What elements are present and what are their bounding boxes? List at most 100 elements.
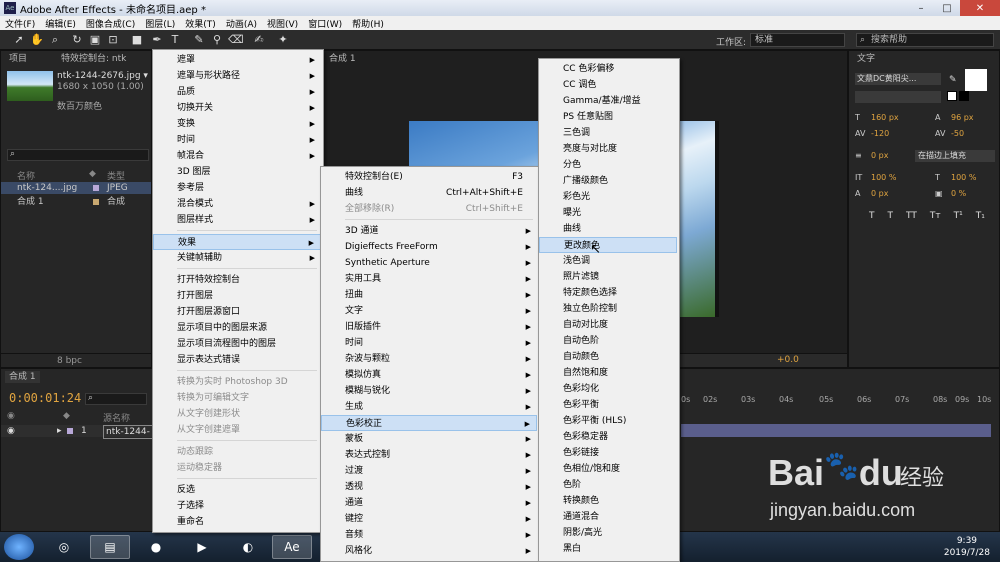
faux-italic-button[interactable]: T xyxy=(888,211,894,221)
file-explorer-icon[interactable]: ▤ xyxy=(90,535,130,559)
menu-animation[interactable]: 动画(A) xyxy=(221,17,262,30)
layer-duration-bar[interactable] xyxy=(681,424,991,437)
menu-item[interactable]: 3D 通道 ▶ xyxy=(321,223,537,239)
menu-item[interactable]: 自动对比度 xyxy=(539,317,677,333)
stroke-mode-select[interactable]: 在描边上填充 xyxy=(915,150,995,162)
menu-item[interactable]: 浅色调 xyxy=(539,253,677,269)
camera-tool-icon[interactable]: ▣ xyxy=(88,33,102,47)
menu-item[interactable]: 色彩链接 xyxy=(539,445,677,461)
menu-item[interactable]: 混合模式 ▶ xyxy=(153,196,321,212)
menu-view[interactable]: 视图(V) xyxy=(262,17,303,30)
menu-item[interactable]: 曝光 xyxy=(539,205,677,221)
menu-item[interactable]: 品质 ▶ xyxy=(153,84,321,100)
current-time-display[interactable]: 0:00:01:24 xyxy=(9,391,81,405)
menu-item[interactable]: 关键帧辅助 ▶ xyxy=(153,250,321,266)
menu-item[interactable]: 黑白 xyxy=(539,541,677,557)
menu-item[interactable]: 过渡 ▶ xyxy=(321,463,537,479)
menu-item[interactable]: 实用工具 ▶ xyxy=(321,271,537,287)
menu-item[interactable]: 效果 ▶ xyxy=(153,234,321,250)
menu-item[interactable]: 转换颜色 xyxy=(539,493,677,509)
menu-item[interactable]: 特定颜色选择 xyxy=(539,285,677,301)
menu-item[interactable]: 生成 ▶ xyxy=(321,399,537,415)
start-button[interactable] xyxy=(4,534,34,560)
menu-item[interactable]: 色彩稳定器 xyxy=(539,429,677,445)
menu-item[interactable]: 色彩均化 xyxy=(539,381,677,397)
menu-layer[interactable]: 图层(L) xyxy=(140,17,180,30)
help-search-input[interactable]: ⌕ 搜索帮助 xyxy=(856,33,994,47)
eye-icon[interactable]: ◉ xyxy=(7,425,15,437)
browser-icon[interactable]: ◐ xyxy=(228,535,268,559)
menu-item[interactable]: Gamma/基准/增益 xyxy=(539,93,677,109)
menu-item[interactable]: 显示项目流程图中的图层 xyxy=(153,336,321,352)
menu-item[interactable]: 时间 ▶ xyxy=(153,132,321,148)
menu-item[interactable]: 彩色光 xyxy=(539,189,677,205)
menu-item[interactable]: 透视 ▶ xyxy=(321,479,537,495)
kerning-value[interactable]: -120 xyxy=(871,129,889,138)
maximize-button[interactable]: □ xyxy=(934,0,960,16)
menu-item[interactable]: 音频 ▶ xyxy=(321,527,537,543)
menu-edit[interactable]: 编辑(E) xyxy=(40,17,81,30)
menu-item[interactable]: 文字 ▶ xyxy=(321,303,537,319)
brush-tool-icon[interactable]: ✎ xyxy=(192,33,206,47)
menu-item[interactable]: 显示项目中的图层来源 xyxy=(153,320,321,336)
menu-window[interactable]: 窗口(W) xyxy=(303,17,347,30)
menu-item[interactable]: 杂波与颗粒 ▶ xyxy=(321,351,537,367)
menu-item[interactable]: 通道 ▶ xyxy=(321,495,537,511)
layer-name[interactable]: ntk-1244- xyxy=(103,425,153,439)
hand-tool-icon[interactable]: ✋ xyxy=(30,33,44,47)
col-name[interactable]: 名称 xyxy=(17,169,35,182)
project-item[interactable]: 合成 1 合成 xyxy=(1,196,151,208)
tab-timeline-comp[interactable]: 合成 1 xyxy=(5,371,40,383)
minimize-button[interactable]: – xyxy=(908,0,934,16)
tracking-value[interactable]: -50 xyxy=(951,129,964,138)
project-item[interactable]: ntk-124....jpg JPEG xyxy=(1,182,151,194)
menu-item[interactable]: 更改颜色 xyxy=(539,237,677,253)
menu-item[interactable]: 自然饱和度 xyxy=(539,365,677,381)
menu-item[interactable]: 模拟仿真 ▶ xyxy=(321,367,537,383)
menu-item[interactable]: 显示表达式错误 xyxy=(153,352,321,368)
menu-item[interactable]: 键控 ▶ xyxy=(321,511,537,527)
all-caps-button[interactable]: TT xyxy=(906,211,917,221)
puppet-pin-tool-icon[interactable]: ✦ xyxy=(276,33,290,47)
zoom-tool-icon[interactable]: ⌕ xyxy=(48,33,62,47)
leading-value[interactable]: 96 px xyxy=(951,113,974,122)
menu-item[interactable]: 遮罩 ▶ xyxy=(153,52,321,68)
menu-item[interactable]: 切换开关 ▶ xyxy=(153,100,321,116)
menu-item[interactable]: 时间 ▶ xyxy=(321,335,537,351)
horizontal-scale-value[interactable]: 100 % xyxy=(951,173,976,182)
menu-item[interactable]: 打开图层 xyxy=(153,288,321,304)
menu-item[interactable]: 打开图层源窗口 xyxy=(153,304,321,320)
menu-item[interactable]: 阴影/高光 xyxy=(539,525,677,541)
vertical-scale-value[interactable]: 100 % xyxy=(871,173,896,182)
workspace-select[interactable]: 标准 xyxy=(750,33,845,47)
menu-item[interactable]: 打开特效控制台 xyxy=(153,272,321,288)
tsume-value[interactable]: 0 % xyxy=(951,189,966,198)
pan-behind-tool-icon[interactable]: ⊡ xyxy=(106,33,120,47)
menu-item[interactable]: 三色调 xyxy=(539,125,677,141)
stroke-width-value[interactable]: 0 px xyxy=(871,151,888,160)
menu-file[interactable]: 文件(F) xyxy=(0,17,40,30)
menu-item[interactable]: 分色 xyxy=(539,157,677,173)
menu-item[interactable]: CC 调色 xyxy=(539,77,677,93)
menu-item[interactable]: 扭曲 ▶ xyxy=(321,287,537,303)
black-color-swatch[interactable] xyxy=(959,91,969,101)
exposure-value[interactable]: +0.0 xyxy=(777,355,799,365)
menu-item[interactable]: 图层样式 ▶ xyxy=(153,212,321,228)
menu-item[interactable]: CC 色彩偏移 xyxy=(539,61,677,77)
menu-item[interactable]: 特效控制台(E) F3 xyxy=(321,169,537,185)
timeline-ruler[interactable]: 0s 02s 03s 04s 05s 06s 07s 08s 09s 10s xyxy=(681,395,991,409)
col-source-name[interactable]: 源名称 xyxy=(103,411,130,424)
menu-item[interactable]: 曲线 xyxy=(539,221,677,237)
menu-item[interactable]: 变换 ▶ xyxy=(153,116,321,132)
rectangle-tool-icon[interactable]: ■ xyxy=(130,33,144,47)
menu-item[interactable]: Digieffects FreeForm ▶ xyxy=(321,239,537,255)
selection-tool-icon[interactable]: ➚ xyxy=(12,33,26,47)
close-button[interactable]: ✕ xyxy=(960,0,1000,16)
tab-project[interactable]: 项目 xyxy=(5,53,31,65)
menu-item[interactable]: 广播级颜色 xyxy=(539,173,677,189)
tab-composition[interactable]: 合成 1 xyxy=(325,53,360,65)
menu-item[interactable]: Synthetic Aperture ▶ xyxy=(321,255,537,271)
menu-item[interactable]: 色相位/饱和度 xyxy=(539,461,677,477)
menu-item[interactable]: 色彩平衡 xyxy=(539,397,677,413)
clone-stamp-tool-icon[interactable]: ⚲ xyxy=(210,33,224,47)
